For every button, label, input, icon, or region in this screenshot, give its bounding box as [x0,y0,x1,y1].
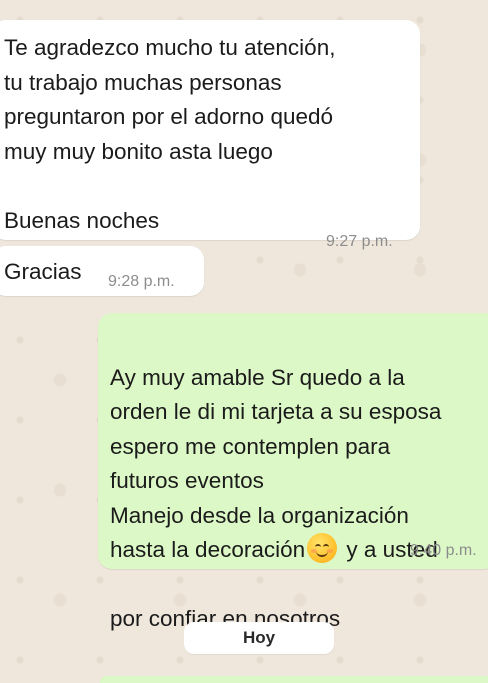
message-text: Te agradezco mucho tu atención, tu traba… [4,35,336,233]
message-timestamp: 9:28 p.m. [108,273,175,290]
incoming-message-bubble[interactable]: Te agradezco mucho tu atención, tu traba… [0,20,420,250]
incoming-message-bubble[interactable]: Gracias 9:28 p.m. [0,246,204,296]
message-text-main: Ay muy amable Sr quedo a la orden le di … [110,364,442,563]
date-divider-label: Hoy [242,628,276,647]
message-timestamp: 9:27 p.m. [326,233,393,250]
message-text: Gracias [4,259,82,284]
smiling-face-icon [307,533,338,563]
message-text: Ay muy amable Sr quedo a la orden le di … [110,326,441,637]
outgoing-message-bubble-partial[interactable] [100,676,488,683]
date-divider: Hoy [184,622,334,654]
outgoing-message-bubble[interactable]: Ay muy amable Sr quedo a la orden le di … [98,313,488,631]
message-timestamp: 9:40 p.m. [410,542,477,559]
